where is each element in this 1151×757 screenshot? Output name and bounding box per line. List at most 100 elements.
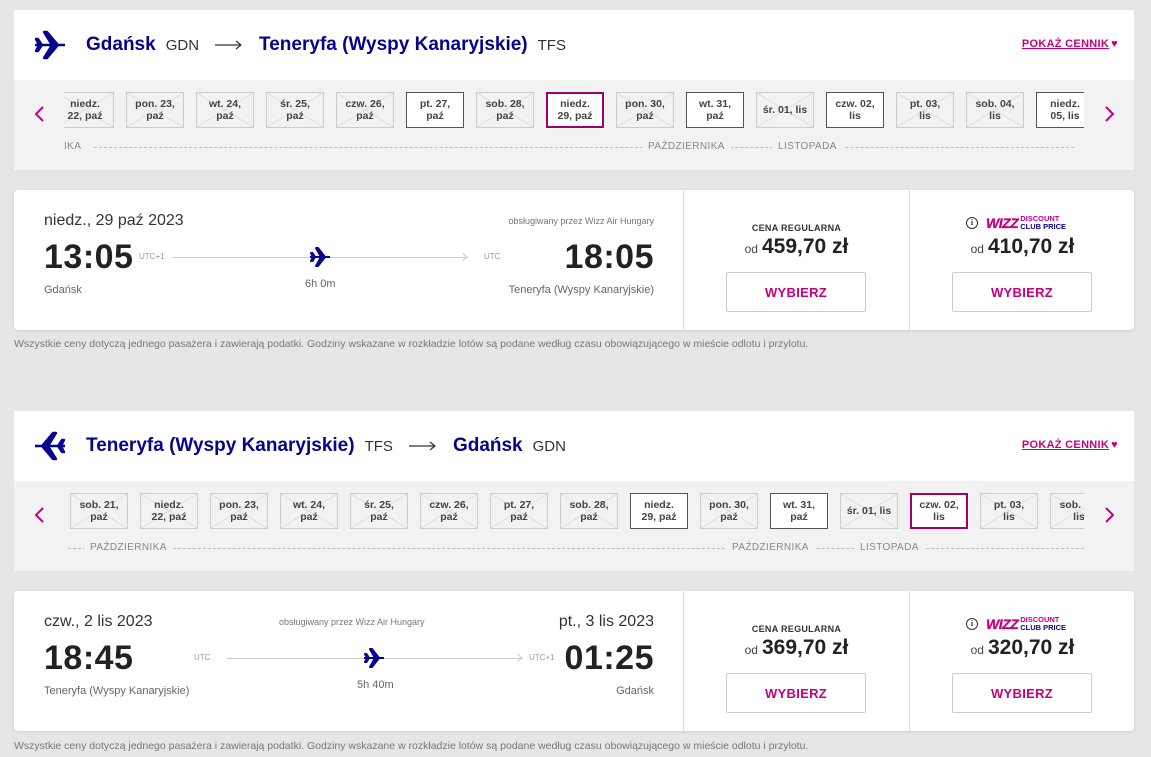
show-price-list-link[interactable]: POKAŻ CENNIK ♥ [1022,38,1118,50]
operated-by: obsługiwany przez Wizz Air Hungary [279,617,425,627]
date-label: pt. 03, lis [993,499,1025,523]
chevron-right-icon[interactable] [1099,104,1119,124]
regular-price-box: CENA REGULARNA od 369,70 zł WYBIERZ [684,591,909,731]
date-option[interactable]: wt. 24, paź [196,92,254,128]
club-price-box: i WIZZ DISCOUNT CLUB PRICE od 410,70 zł WY… [910,190,1135,330]
date-label: niedz. 29, paź [641,499,677,523]
destination-city: Teneryfa (Wyspy Kanaryjskie) [259,34,528,55]
date-option[interactable]: pon. 30, paź [616,92,674,128]
date-option[interactable]: pon. 23, paź [210,493,268,529]
price-prefix: od [744,643,758,657]
club-price-amount: 410,70 zł [987,235,1075,258]
select-regular-button[interactable]: WYBIERZ [726,673,866,713]
arrival-timezone: UTC [484,252,501,261]
date-option[interactable]: śr. 01, lis [840,493,898,529]
date-option[interactable]: pon. 23, paź [126,92,184,128]
origin-code: TFS [364,437,393,455]
date-option[interactable]: śr. 01, lis [756,92,814,128]
date-label: niedz. 29, paź [557,98,593,122]
date-option[interactable]: wt. 31, paź [686,92,744,128]
date-option[interactable]: pt. 03, lis [896,92,954,128]
arrival-city: Gdańsk [616,685,654,697]
date-option[interactable]: wt. 31, paź [770,493,828,529]
departure-time: 18:45 [44,639,134,677]
outbound-flight-card: niedz., 29 paź 2023 obsługiwany przez Wi… [14,190,1134,330]
flight-details: czw., 2 lis 2023 obsługiwany przez Wizz … [14,591,684,731]
select-regular-button[interactable]: WYBIERZ [726,272,866,312]
price-note: Wszystkie ceny dotyczą jednego pasażera … [14,338,809,350]
date-option[interactable]: śr. 25, paź [350,493,408,529]
heart-icon: ♥ [1111,38,1118,50]
chevron-left-icon[interactable] [30,505,50,525]
wizz-discount-club-logo: i WIZZ DISCOUNT CLUB PRICE [966,616,1066,632]
date-option[interactable]: czw. 02, lis [910,493,968,529]
select-club-button[interactable]: WYBIERZ [952,272,1092,312]
date-label: czw. 02, lis [835,98,875,122]
date-label: sob. 21, paź [79,499,119,523]
regular-price-box: CENA REGULARNA od 459,70 zł WYBIERZ [684,190,909,330]
date-option[interactable]: niedz. 22, paź [140,493,198,529]
date-label: niedz. 05, lis [1050,98,1080,122]
date-option[interactable]: niedz. 22, paź [64,92,114,128]
date-option[interactable]: niedz. 29, paź [546,92,604,128]
date-option[interactable]: czw. 26, paź [336,92,394,128]
date-option[interactable]: niedz. 05, lis [1036,92,1084,128]
date-label: pon. 30, paź [625,98,665,122]
date-option[interactable]: niedz. 29, paź [630,493,688,529]
heart-icon: ♥ [1111,439,1118,451]
info-icon[interactable]: i [966,618,978,630]
wizz-discount-club-logo: i WIZZ DISCOUNT CLUB PRICE [966,215,1066,231]
date-option[interactable]: pt. 03, lis [980,493,1038,529]
operated-by: obsługiwany przez Wizz Air Hungary [508,216,654,226]
date-label: sob. 28, paź [569,499,609,523]
date-option[interactable]: czw. 26, paź [420,493,478,529]
origin-city: Gdańsk [86,34,156,55]
date-label: pon. 23, paź [219,499,259,523]
date-option[interactable]: sob. 28, paź [476,92,534,128]
arrival-date: pt., 3 lis 2023 [558,613,654,630]
month-label-october: PAŹDZIERNIKA [726,542,815,553]
date-option[interactable]: wt. 24, paź [280,493,338,529]
departure-timezone: UTC+1 [139,252,165,261]
date-option[interactable]: sob. 21, paź [70,493,128,529]
date-label: czw. 02, lis [919,499,959,523]
price-note: Wszystkie ceny dotyczą jednego pasażera … [14,740,809,752]
date-option[interactable]: czw. 02, lis [826,92,884,128]
date-label: pon. 30, paź [709,499,749,523]
date-option[interactable]: śr. 25, paź [266,92,324,128]
date-option[interactable]: sob. 28, paź [560,493,618,529]
date-option[interactable]: pt. 27, paź [406,92,464,128]
destination-code: GDN [532,437,566,455]
date-option[interactable]: pon. 30, paź [700,493,758,529]
date-label: wt. 24, paź [292,499,326,523]
date-option[interactable]: sob. 04,lis [966,92,1024,128]
regular-price-title: CENA REGULARNA [751,624,842,634]
origin-city: Teneryfa (Wyspy Kanaryjskie) [86,435,355,456]
inbound-flight-card: czw., 2 lis 2023 obsługiwany przez Wizz … [14,591,1134,731]
origin-code: GDN [165,36,200,54]
month-label-november: LISTOPADA [854,542,925,553]
date-label: wt. 31, paź [698,98,732,122]
date-label: sob. 28, paź [485,98,525,122]
show-price-list-link[interactable]: POKAŻ CENNIK ♥ [1022,439,1118,451]
date-label: pt. 03, lis [909,98,941,122]
departure-city: Gdańsk [44,284,82,296]
departure-date: niedz., 29 paź 2023 [44,212,184,229]
date-option[interactable]: pt. 27, paź [490,493,548,529]
plane-icon [310,247,330,267]
outbound-date-strip: niedz. 22, paź pon. 23, paź wt. 24, paź śr. 25… [14,80,1134,170]
chevron-right-icon[interactable] [1099,505,1119,525]
regular-price-amount: 369,70 zł [761,636,849,659]
date-label: śr. 01, lis [846,505,892,517]
price-prefix: od [970,242,984,256]
regular-price-amount: 459,70 zł [761,235,849,258]
date-label: sob. 04,lis [975,98,1015,122]
date-option[interactable]: sob. 04,lis [1050,493,1084,529]
date-label: pt. 27, paź [419,98,451,122]
info-icon[interactable]: i [966,217,978,229]
destination-city: Gdańsk [452,435,523,456]
arrival-time: 18:05 [564,238,654,276]
chevron-left-icon[interactable] [30,104,50,124]
date-label: śr. 25, paź [280,98,310,122]
select-club-button[interactable]: WYBIERZ [952,673,1092,713]
